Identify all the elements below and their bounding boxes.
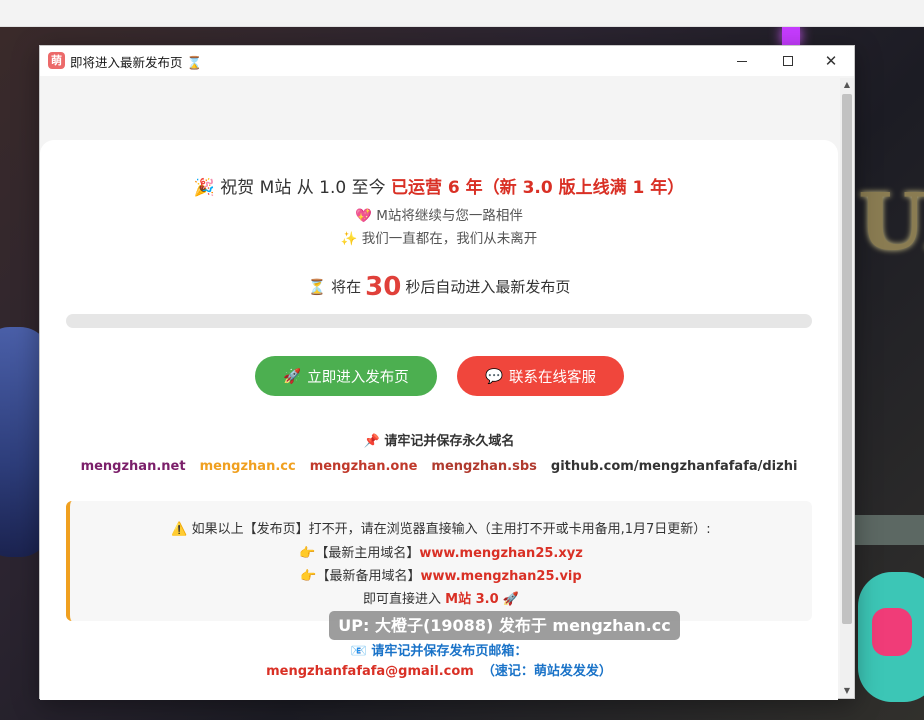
- domain-link[interactable]: mengzhan.sbs: [431, 459, 537, 474]
- mail-line: mengzhanfafafa@gmail.com （速记：萌站发发发）: [40, 660, 838, 679]
- maximize-icon: [783, 56, 793, 66]
- title-bar[interactable]: 萌 即将进入最新发布页 ⌛ ✕: [40, 46, 854, 76]
- hourglass-icon: ⏳: [307, 278, 327, 296]
- domain-link[interactable]: mengzhan.net: [81, 459, 186, 474]
- party-icon: 🎉: [193, 178, 215, 198]
- close-icon: ✕: [824, 51, 838, 70]
- window-title: 即将进入最新发布页 ⌛: [70, 55, 203, 70]
- mail-heading: 📧 请牢记并保存发布页邮箱：: [350, 644, 528, 659]
- maximize-button[interactable]: [765, 46, 811, 76]
- minimize-icon: [737, 60, 747, 62]
- app-icon: 萌: [48, 52, 65, 69]
- background-logo: [858, 572, 924, 702]
- direct-text: 即可直接进入: [363, 592, 446, 607]
- enter-button-label: 立即进入发布页: [307, 369, 409, 386]
- enter-release-page-button[interactable]: 🚀 立即进入发布页: [255, 356, 437, 396]
- scroll-down-arrow-icon[interactable]: ▼: [840, 684, 854, 698]
- scroll-up-arrow-icon[interactable]: ▲: [840, 78, 854, 92]
- headline-text: 祝贺 M站 从 1.0 至今: [214, 178, 391, 198]
- domain-link[interactable]: mengzhan.cc: [200, 459, 296, 474]
- direct-site-name: M站 3.0: [445, 592, 499, 607]
- popup-window: 萌 即将进入最新发布页 ⌛ ✕ ▲ ▼ 🎉 祝贺 M站 从 1.0 至今 已运营…: [39, 45, 855, 700]
- countdown-before: 将在: [326, 278, 362, 296]
- notice-warning: ⚠️ 如果以上【发布页】打不开，请在浏览器直接输入（主用打不开或卡用备用,1月7…: [171, 522, 711, 537]
- notice-direct: 即可直接进入 M站 3.0 🚀: [70, 588, 812, 607]
- headline: 🎉 祝贺 M站 从 1.0 至今 已运营 6 年（新 3.0 版上线满 1 年）: [40, 173, 838, 198]
- headline-highlight: 已运营 6 年（新 3.0 版上线满 1 年）: [391, 178, 685, 198]
- primary-domain-link[interactable]: www.mengzhan25.xyz: [419, 546, 582, 561]
- remember-domains-heading: 📌 请牢记并保存永久域名: [363, 434, 515, 449]
- rocket-icon: 🚀: [498, 592, 519, 607]
- vertical-scrollbar[interactable]: ▲ ▼: [840, 78, 854, 698]
- scroll-thumb[interactable]: [842, 94, 852, 624]
- mail-mnemonic: （速记：萌站发发发）: [481, 664, 612, 679]
- notice-box: ⚠️ 如果以上【发布页】打不开，请在浏览器直接输入（主用打不开或卡用备用,1月7…: [66, 501, 812, 621]
- primary-domain-label: 👉【最新主用域名】: [299, 546, 420, 561]
- close-button[interactable]: ✕: [808, 46, 854, 76]
- mail-address-link[interactable]: mengzhanfafafa@gmail.com: [266, 664, 474, 679]
- backup-domain-label: 👉【最新备用域名】: [300, 569, 421, 584]
- backup-domain-link[interactable]: www.mengzhan25.vip: [421, 569, 582, 584]
- countdown-seconds: 30: [365, 272, 402, 302]
- notice-primary: 👉【最新主用域名】www.mengzhan25.xyz: [70, 542, 812, 561]
- background-neon-light: [782, 27, 800, 45]
- github-link[interactable]: github.com/mengzhanfafafa/dizhi: [551, 459, 798, 474]
- minimize-button[interactable]: [719, 46, 765, 76]
- domain-list: mengzhan.net mengzhan.cc mengzhan.one me…: [40, 459, 838, 474]
- chat-bubble-icon: 💬: [484, 368, 504, 385]
- countdown-progress-bar: [66, 314, 812, 328]
- countdown-after: 秒后自动进入最新发布页: [405, 278, 571, 296]
- rocket-icon: 🚀: [283, 368, 302, 385]
- countdown-text: ⏳ 将在 30 秒后自动进入最新发布页: [40, 272, 838, 302]
- support-button-label: 联系在线客服: [509, 369, 597, 386]
- notice-backup: 👉【最新备用域名】www.mengzhan25.vip: [70, 565, 812, 584]
- background-band: [855, 515, 924, 545]
- subtitle-always-here: ✨ 我们一直都在，我们从未离开: [340, 231, 538, 247]
- uploader-watermark: UP: 大橙子(19088) 发布于 mengzhan.cc: [329, 611, 680, 640]
- contact-support-button[interactable]: 💬 联系在线客服: [457, 356, 624, 396]
- domain-link[interactable]: mengzhan.one: [310, 459, 418, 474]
- browser-top-strip: [0, 0, 924, 27]
- subtitle-companion: 💖 M站将继续与您一路相伴: [355, 208, 523, 224]
- background-sign-text: UF: [858, 177, 924, 268]
